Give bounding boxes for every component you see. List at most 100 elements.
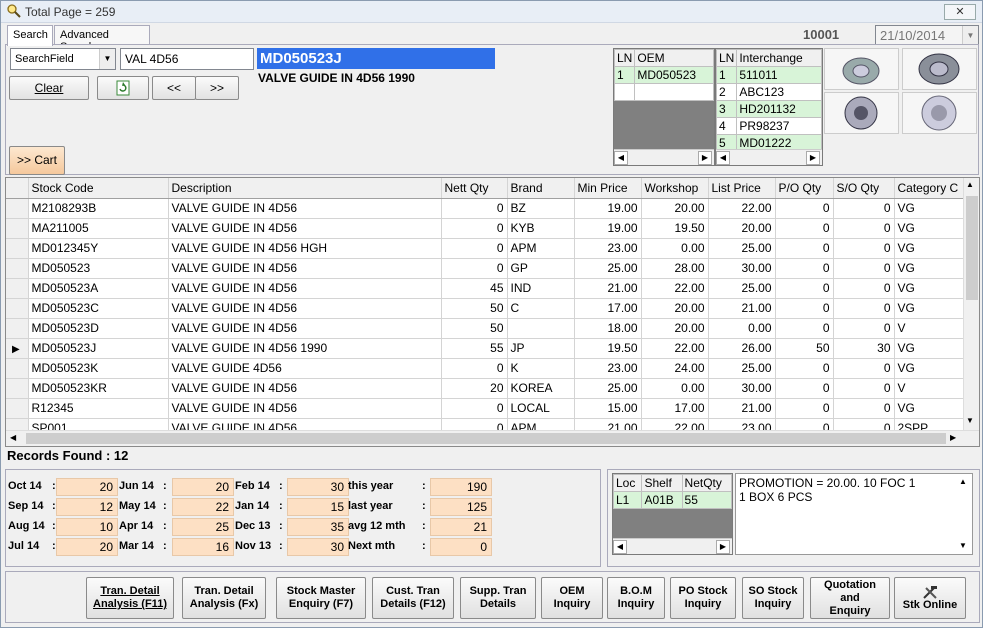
- grid-cell[interactable]: 0: [833, 398, 895, 419]
- row-selector[interactable]: [6, 218, 29, 239]
- grid-cell[interactable]: 0: [833, 318, 895, 339]
- grid-horizontal-scrollbar[interactable]: ◀ ▶: [6, 430, 979, 446]
- next-button[interactable]: >>: [195, 76, 239, 100]
- grid-cell[interactable]: 19.00: [574, 218, 642, 239]
- row-selector[interactable]: [6, 318, 29, 339]
- table-row[interactable]: L1 A01B 55: [613, 491, 732, 509]
- grid-cell[interactable]: IND: [507, 278, 575, 299]
- grid-cell[interactable]: 19.50: [574, 338, 642, 359]
- column-header-category[interactable]: Category C: [894, 178, 965, 199]
- grid-cell[interactable]: VG: [894, 238, 965, 259]
- scroll-right-icon[interactable]: ▶: [950, 433, 956, 442]
- grid-cell[interactable]: 19.50: [641, 218, 709, 239]
- grid-cell[interactable]: 0: [775, 358, 834, 379]
- grid-cell[interactable]: 0: [775, 278, 834, 299]
- grid-cell[interactable]: 0: [833, 358, 895, 379]
- grid-cell[interactable]: 0: [775, 318, 834, 339]
- table-row[interactable]: MD050523K VALVE GUIDE 4D56 0 K 23.00 24.00 25.…: [6, 358, 965, 379]
- chevron-down-icon[interactable]: ▼: [962, 26, 978, 46]
- oem-inquiry-button[interactable]: OEM Inquiry: [541, 577, 603, 619]
- previous-button[interactable]: <<: [152, 76, 196, 100]
- table-row[interactable]: 1 MD050523: [614, 66, 714, 84]
- column-header-list-price[interactable]: List Price: [708, 178, 776, 199]
- bom-inquiry-button[interactable]: B.O.M Inquiry: [607, 577, 665, 619]
- scroll-right-icon[interactable]: ▶: [698, 151, 712, 165]
- table-row[interactable]: MD050523 VALVE GUIDE IN 4D56 0 GP 25.00 28.00…: [6, 258, 965, 279]
- grid-cell[interactable]: VALVE GUIDE 4D56: [168, 358, 442, 379]
- column-header-min-price[interactable]: Min Price: [574, 178, 642, 199]
- scroll-thumb[interactable]: [26, 433, 946, 444]
- grid-cell[interactable]: 30.00: [708, 258, 776, 279]
- grid-cell[interactable]: VG: [894, 218, 965, 239]
- grid-cell[interactable]: 0: [833, 298, 895, 319]
- scroll-up-icon[interactable]: ▲: [959, 477, 967, 486]
- grid-cell[interactable]: GP: [507, 258, 575, 279]
- grid-cell[interactable]: VALVE GUIDE IN 4D56: [168, 378, 442, 399]
- grid-cell[interactable]: 23.00: [574, 358, 642, 379]
- grid-cell[interactable]: VALVE GUIDE IN 4D56: [168, 278, 442, 299]
- table-row[interactable]: 1 511011: [716, 66, 822, 84]
- grid-cell[interactable]: 30: [833, 338, 895, 359]
- tab-advanced-search[interactable]: Advanced Search: [54, 25, 150, 53]
- row-selector[interactable]: [6, 198, 29, 219]
- grid-cell[interactable]: MD050523C: [28, 298, 169, 319]
- column-header-brand[interactable]: Brand: [507, 178, 575, 199]
- table-row[interactable]: MD050523KR VALVE GUIDE IN 4D56 20 KOREA 25.0…: [6, 378, 965, 399]
- grid-cell[interactable]: 50: [441, 298, 508, 319]
- grid-cell[interactable]: M2108293B: [28, 198, 169, 219]
- grid-cell[interactable]: 20.00: [641, 198, 709, 219]
- grid-cell[interactable]: 28.00: [641, 258, 709, 279]
- grid-cell[interactable]: 55: [441, 338, 508, 359]
- grid-cell[interactable]: MD050523D: [28, 318, 169, 339]
- grid-cell[interactable]: V: [894, 378, 965, 399]
- grid-cell[interactable]: 25.00: [708, 238, 776, 259]
- scroll-right-icon[interactable]: ▶: [806, 151, 820, 165]
- grid-cell[interactable]: 21.00: [708, 298, 776, 319]
- search-input[interactable]: VAL 4D56: [120, 48, 254, 70]
- scroll-thumb[interactable]: [966, 196, 978, 300]
- po-stock-inquiry-button[interactable]: PO Stock Inquiry: [670, 577, 736, 619]
- table-row[interactable]: M2108293B VALVE GUIDE IN 4D56 0 BZ 19.00 20.0…: [6, 198, 965, 219]
- table-row[interactable]: ▶ MD050523J VALVE GUIDE IN 4D56 1990 55 JP 19…: [6, 338, 965, 359]
- table-row[interactable]: R12345 VALVE GUIDE IN 4D56 0 LOCAL 15.00 17.0…: [6, 398, 965, 419]
- so-stock-inquiry-button[interactable]: SO Stock Inquiry: [742, 577, 804, 619]
- grid-cell[interactable]: 21.00: [574, 278, 642, 299]
- grid-cell[interactable]: MD050523A: [28, 278, 169, 299]
- grid-cell[interactable]: 0: [775, 258, 834, 279]
- grid-cell[interactable]: 25.00: [574, 378, 642, 399]
- grid-cell[interactable]: 17.00: [641, 398, 709, 419]
- grid-cell[interactable]: 0: [441, 238, 508, 259]
- grid-cell[interactable]: 20.00: [708, 218, 776, 239]
- row-selector[interactable]: [6, 298, 29, 319]
- grid-cell[interactable]: 20.00: [641, 318, 709, 339]
- grid-cell[interactable]: VG: [894, 358, 965, 379]
- grid-cell[interactable]: VALVE GUIDE IN 4D56 1990: [168, 338, 442, 359]
- grid-cell[interactable]: VALVE GUIDE IN 4D56: [168, 298, 442, 319]
- tab-search[interactable]: Search: [7, 25, 53, 46]
- grid-cell[interactable]: K: [507, 358, 575, 379]
- row-selector[interactable]: [6, 378, 29, 399]
- grid-cell[interactable]: BZ: [507, 198, 575, 219]
- grid-cell[interactable]: 20: [441, 378, 508, 399]
- grid-cell[interactable]: 0.00: [708, 318, 776, 339]
- grid-cell[interactable]: 0: [775, 398, 834, 419]
- scroll-left-icon[interactable]: ◀: [716, 151, 730, 165]
- interchange-scrollbar[interactable]: ◀ ▶: [716, 149, 822, 165]
- grid-cell[interactable]: MD050523: [28, 258, 169, 279]
- grid-cell[interactable]: VG: [894, 278, 965, 299]
- grid-cell[interactable]: 0: [833, 238, 895, 259]
- column-header-workshop[interactable]: Workshop: [641, 178, 709, 199]
- tran-detail-f11-button[interactable]: Tran. Detail Analysis (F11): [86, 577, 174, 619]
- refresh-button[interactable]: [97, 76, 149, 100]
- grid-cell[interactable]: 50: [441, 318, 508, 339]
- grid-cell[interactable]: VG: [894, 198, 965, 219]
- grid-cell[interactable]: 25.00: [708, 278, 776, 299]
- grid-cell[interactable]: 20.00: [641, 298, 709, 319]
- grid-cell[interactable]: 0: [833, 218, 895, 239]
- grid-cell[interactable]: 30.00: [708, 378, 776, 399]
- grid-cell[interactable]: 0.00: [641, 378, 709, 399]
- supp-tran-button[interactable]: Supp. Tran Details: [460, 577, 536, 619]
- grid-cell[interactable]: 0: [833, 258, 895, 279]
- table-row[interactable]: MD050523C VALVE GUIDE IN 4D56 50 C 17.00 20.0…: [6, 298, 965, 319]
- table-row[interactable]: 3 HD201132: [716, 100, 822, 118]
